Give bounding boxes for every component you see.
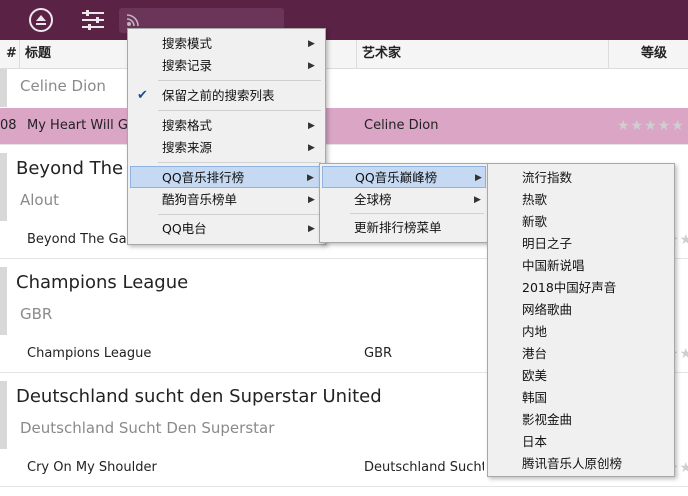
menu-item-chart[interactable]: 内地 — [488, 321, 674, 343]
menu-item-chart[interactable]: 热歌 — [488, 189, 674, 211]
header-artist[interactable]: 艺术家 — [362, 40, 401, 68]
row-title: Cry On My Shoulder — [27, 460, 157, 475]
row-artist: Deutschland Sucht Den Superstar — [364, 460, 484, 475]
menu-item-chart[interactable]: 流行指数 — [488, 167, 674, 189]
group-subtitle: Deutschland Sucht Den Superstar — [20, 419, 275, 437]
qq-charts-submenu: QQ音乐巅峰榜 ▶ 全球榜 ▶ 更新排行榜菜单 — [319, 163, 489, 243]
menu-item-chart[interactable]: 影视金曲 — [488, 409, 674, 431]
search-options-menu: 搜索模式 ▶ 搜索记录 ▶ ✔ 保留之前的搜索列表 搜索格式 ▶ 搜索来源 ▶ QQ音乐… — [127, 28, 326, 245]
menu-item-chart[interactable]: 中国新说唱 — [488, 255, 674, 277]
group-subtitle: GBR — [20, 305, 53, 323]
menu-item-search-mode[interactable]: 搜索模式 ▶ — [128, 33, 325, 55]
header-rating[interactable]: 等级 — [641, 40, 667, 68]
row-title: My Heart Will Go On — [27, 118, 127, 133]
album-group: Celine Dion — [0, 69, 688, 107]
menu-item-chart[interactable]: 日本 — [488, 431, 674, 453]
playlist-eject-icon[interactable] — [27, 6, 55, 34]
menu-item-kugou-charts[interactable]: 酷狗音乐榜单 ▶ — [128, 189, 325, 211]
menu-item-qq-peak-charts[interactable]: QQ音乐巅峰榜 ▶ — [322, 166, 486, 188]
row-num: 08 — [0, 118, 17, 133]
group-title: Champions League — [16, 272, 189, 293]
menu-item-qq-music-charts[interactable]: QQ音乐排行榜 ▶ — [130, 166, 322, 188]
header-title[interactable]: 标题 — [25, 40, 51, 68]
menu-item-search-history[interactable]: 搜索记录 ▶ — [128, 55, 325, 77]
menu-item-chart[interactable]: 韩国 — [488, 387, 674, 409]
menu-item-search-source[interactable]: 搜索来源 ▶ — [128, 137, 325, 159]
menu-item-update-charts[interactable]: 更新排行榜菜单 — [320, 217, 488, 239]
menu-item-qq-radio[interactable]: QQ电台 ▶ — [128, 218, 325, 240]
menu-item-chart[interactable]: 腾讯音乐人原创榜 — [488, 453, 674, 475]
menu-item-global-charts[interactable]: 全球榜 ▶ — [320, 189, 488, 211]
checkmark-icon: ✔ — [137, 88, 148, 103]
row-title: Champions League — [27, 346, 152, 361]
menu-item-chart[interactable]: 网络歌曲 — [488, 299, 674, 321]
rating-stars[interactable]: ★★★★★ — [617, 108, 685, 144]
group-subtitle: Alout — [20, 191, 59, 209]
table-row[interactable]: 08 My Heart Will Go On Celine Dion ★★★★★ — [0, 108, 688, 145]
menu-item-chart[interactable]: 新歌 — [488, 211, 674, 233]
group-subtitle: Celine Dion — [20, 77, 106, 95]
menu-item-keep-search-list[interactable]: ✔ 保留之前的搜索列表 — [128, 85, 325, 107]
menu-item-chart[interactable]: 欧美 — [488, 365, 674, 387]
toolbar — [0, 0, 688, 40]
header-num[interactable]: # — [6, 40, 17, 68]
menu-item-search-format[interactable]: 搜索格式 ▶ — [128, 115, 325, 137]
equalizer-settings-icon[interactable] — [79, 6, 107, 34]
menu-item-chart[interactable]: 港台 — [488, 343, 674, 365]
menu-item-chart[interactable]: 明日之子 — [488, 233, 674, 255]
group-title: Deutschland sucht den Superstar United — [16, 386, 382, 407]
column-header: # 标题 艺术家 等级 — [0, 40, 688, 69]
menu-item-chart[interactable]: 2018中国好声音 — [488, 277, 674, 299]
row-artist: Celine Dion — [364, 118, 439, 133]
qq-peak-charts-submenu: 流行指数 热歌 新歌 明日之子 中国新说唱 2018中国好声音 网络歌曲 内地 … — [487, 163, 675, 477]
